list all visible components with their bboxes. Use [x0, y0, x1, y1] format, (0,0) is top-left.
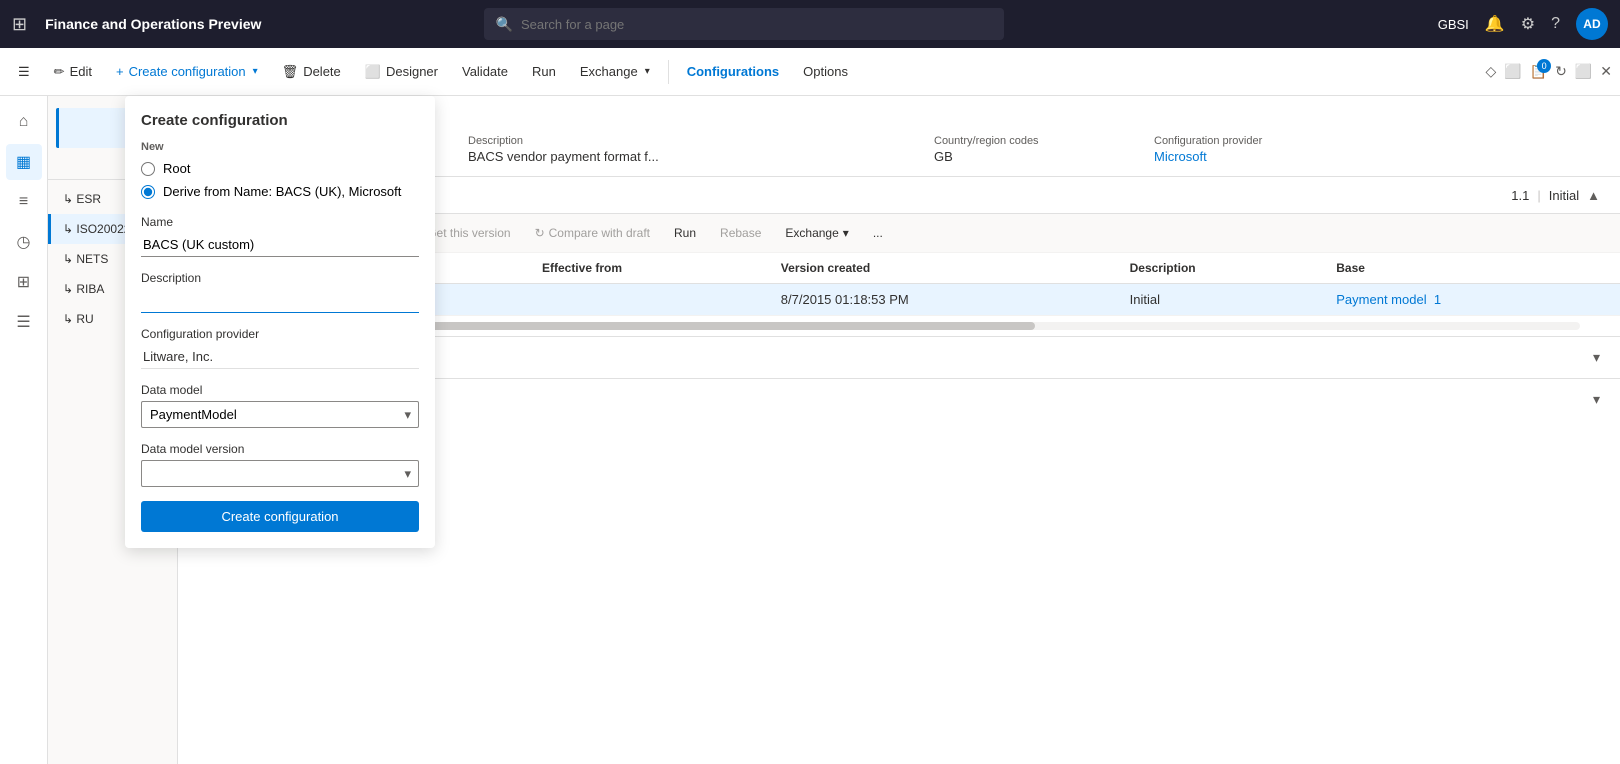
- search-input[interactable]: [521, 17, 992, 32]
- right-icons: GBSI 🔔 ⚙ ? AD: [1438, 8, 1608, 40]
- waffle-icon[interactable]: ⊞: [12, 14, 27, 35]
- notification-badge[interactable]: 📋 0: [1530, 63, 1547, 80]
- components-collapse-icon: ▾: [1593, 391, 1600, 408]
- create-configuration-panel: Create configuration New Root Derive fro…: [125, 96, 435, 548]
- restore-icon[interactable]: ⬜: [1575, 63, 1592, 80]
- data-model-select[interactable]: PaymentModel: [141, 401, 419, 428]
- config-provider-field: Configuration provider Litware, Inc.: [141, 327, 419, 369]
- sidebar-icon-clock[interactable]: ◷: [6, 224, 42, 260]
- org-label: GBSI: [1438, 17, 1469, 32]
- data-model-version-field: Data model version: [141, 442, 419, 487]
- main-layout: ⌂ ▦ ≡ ◷ ⊞ ☰ ↳ ESR ↳ ISO20022 ↳ NETS ↳ RI…: [0, 96, 1620, 764]
- cell-effective-from: [530, 284, 769, 316]
- cell-base[interactable]: Payment model 1: [1324, 284, 1620, 316]
- versions-exchange-button[interactable]: Exchange ▾: [775, 221, 858, 245]
- sidebar-icon-chart[interactable]: ⊞: [6, 264, 42, 300]
- toolbar-divider: [668, 60, 669, 84]
- name-field: Name: [141, 215, 419, 257]
- config-provider-value: Litware, Inc.: [141, 345, 419, 369]
- designer-button[interactable]: ⬜ Designer: [355, 58, 448, 86]
- col-version-created: Version created: [769, 253, 1118, 284]
- description-field: Description: [141, 271, 419, 313]
- sidebar-icon-filter[interactable]: ▦: [6, 144, 42, 180]
- radio-derive[interactable]: Derive from Name: BACS (UK), Microsoft: [141, 184, 419, 199]
- hamburger-icon: ☰: [18, 64, 30, 80]
- panel-title: Create configuration: [141, 112, 419, 129]
- settings-icon[interactable]: ⚙: [1521, 14, 1535, 34]
- help-icon[interactable]: ?: [1551, 15, 1560, 33]
- version-status-badge: Initial: [1549, 188, 1579, 203]
- field-description: Description BACS vendor payment format f…: [468, 135, 914, 164]
- hamburger-button[interactable]: ☰: [8, 58, 40, 86]
- sidebar-icon-list[interactable]: ≡: [6, 184, 42, 220]
- close-icon[interactable]: ✕: [1600, 63, 1612, 80]
- version-number: 1.1: [1511, 188, 1529, 203]
- more-options-button[interactable]: ...: [863, 221, 893, 245]
- config-provider-value[interactable]: Microsoft: [1154, 149, 1600, 164]
- new-label: New: [141, 141, 419, 153]
- refresh-icon[interactable]: ↻: [1555, 63, 1567, 80]
- diamond-icon[interactable]: ◇: [1485, 63, 1496, 80]
- collapse-icon[interactable]: ▲: [1587, 188, 1600, 203]
- compare-icon: ↻: [535, 226, 545, 240]
- col-effective-from: Effective from: [530, 253, 769, 284]
- edit-button[interactable]: ✏ Edit: [44, 58, 102, 86]
- main-toolbar: ☰ ✏ Edit + Create configuration 🗑 Delete…: [0, 48, 1620, 96]
- version-badge: 1.1 | Initial ▲: [1511, 188, 1600, 203]
- configurations-tab[interactable]: Configurations: [677, 58, 789, 85]
- exchange-arrow: ▾: [843, 226, 849, 240]
- designer-icon: ⬜: [365, 64, 381, 80]
- versions-run-button[interactable]: Run: [664, 221, 706, 245]
- data-model-version-select[interactable]: [141, 460, 419, 487]
- radio-root[interactable]: Root: [141, 161, 419, 176]
- split-view-icon[interactable]: ⬜: [1504, 63, 1521, 80]
- iso-collapse-icon: ▾: [1593, 349, 1600, 366]
- avatar[interactable]: AD: [1576, 8, 1608, 40]
- delete-button[interactable]: 🗑 Delete: [272, 58, 351, 86]
- sidebar-icon-checklist[interactable]: ☰: [6, 304, 42, 340]
- config-description-value: BACS vendor payment format f...: [468, 149, 914, 164]
- validate-button[interactable]: Validate: [452, 58, 518, 85]
- run-button[interactable]: Run: [522, 58, 566, 85]
- data-model-field: Data model PaymentModel: [141, 383, 419, 428]
- sidebar-icon-home[interactable]: ⌂: [6, 104, 42, 140]
- create-configuration-button[interactable]: + Create configuration: [106, 58, 268, 85]
- options-tab[interactable]: Options: [793, 58, 858, 85]
- field-country: Country/region codes GB: [934, 135, 1134, 164]
- cell-description: Initial: [1118, 284, 1325, 316]
- rebase-button[interactable]: Rebase: [710, 221, 771, 245]
- field-provider: Configuration provider Microsoft: [1154, 135, 1600, 164]
- search-icon: 🔍: [496, 16, 513, 33]
- search-box[interactable]: 🔍: [484, 8, 1004, 40]
- edit-icon: ✏: [54, 64, 65, 80]
- config-country-value: GB: [934, 149, 1134, 164]
- cell-version-created: 8/7/2015 01:18:53 PM: [769, 284, 1118, 316]
- left-sidebar: ⌂ ▦ ≡ ◷ ⊞ ☰: [0, 96, 48, 764]
- col-base: Base: [1324, 253, 1620, 284]
- radio-group: Root Derive from Name: BACS (UK), Micros…: [141, 161, 419, 199]
- col-description: Description: [1118, 253, 1325, 284]
- top-bar: ⊞ Finance and Operations Preview 🔍 GBSI …: [0, 0, 1620, 48]
- plus-icon: +: [116, 64, 124, 79]
- delete-icon: 🗑: [282, 64, 299, 80]
- notification-icon[interactable]: 🔔: [1485, 14, 1505, 34]
- name-input[interactable]: [141, 233, 419, 257]
- app-title: Finance and Operations Preview: [45, 16, 261, 32]
- description-input[interactable]: [141, 289, 419, 313]
- compare-draft-button[interactable]: ↻ Compare with draft: [525, 221, 660, 245]
- exchange-button[interactable]: Exchange: [570, 58, 660, 85]
- create-configuration-submit-button[interactable]: Create configuration: [141, 501, 419, 532]
